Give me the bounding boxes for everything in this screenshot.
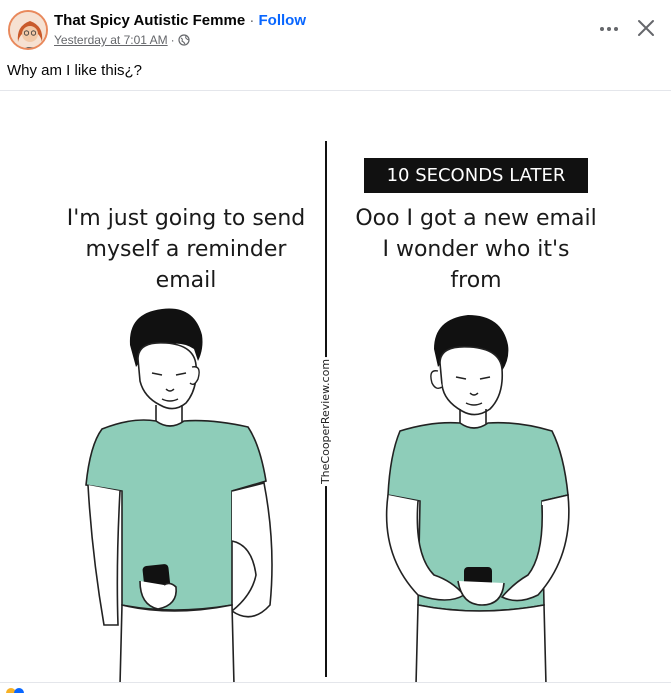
like-reaction-icon[interactable]: [14, 688, 24, 693]
right-man-figure: [385, 315, 570, 682]
profile-picture: [10, 12, 46, 48]
post-timestamp[interactable]: Yesterday at 7:01 AM: [54, 33, 168, 47]
post-meta: Yesterday at 7:01 AM ·: [54, 33, 190, 47]
watermark: TheCooperReview.com: [296, 346, 356, 496]
watermark-text: TheCooperReview.com: [319, 356, 333, 486]
meta-separator: ·: [170, 33, 175, 47]
post-image[interactable]: I'm just going to send myself a reminder…: [0, 90, 671, 682]
reactions-strip: [0, 682, 671, 693]
more-options-button[interactable]: [596, 16, 622, 42]
time-badge: 10 SECONDS LATER: [364, 158, 588, 193]
follow-button[interactable]: Follow: [259, 12, 307, 29]
post-author-line: That Spicy Autistic Femme · Follow: [54, 12, 306, 29]
post-text: Why am I like this¿?: [7, 62, 143, 79]
author-name[interactable]: That Spicy Autistic Femme: [54, 12, 245, 29]
separator: ·: [245, 12, 259, 29]
left-man-figure: [85, 308, 273, 682]
close-icon: [638, 20, 654, 36]
right-caption: Ooo I got a new email I wonder who it's …: [355, 206, 597, 293]
more-options-icon: [600, 27, 618, 31]
globe-icon[interactable]: [178, 34, 190, 46]
close-button[interactable]: [632, 14, 660, 42]
avatar[interactable]: [8, 10, 48, 50]
post-header: That Spicy Autistic Femme · Follow Yeste…: [0, 0, 671, 56]
left-caption: I'm just going to send myself a reminder…: [66, 206, 306, 293]
